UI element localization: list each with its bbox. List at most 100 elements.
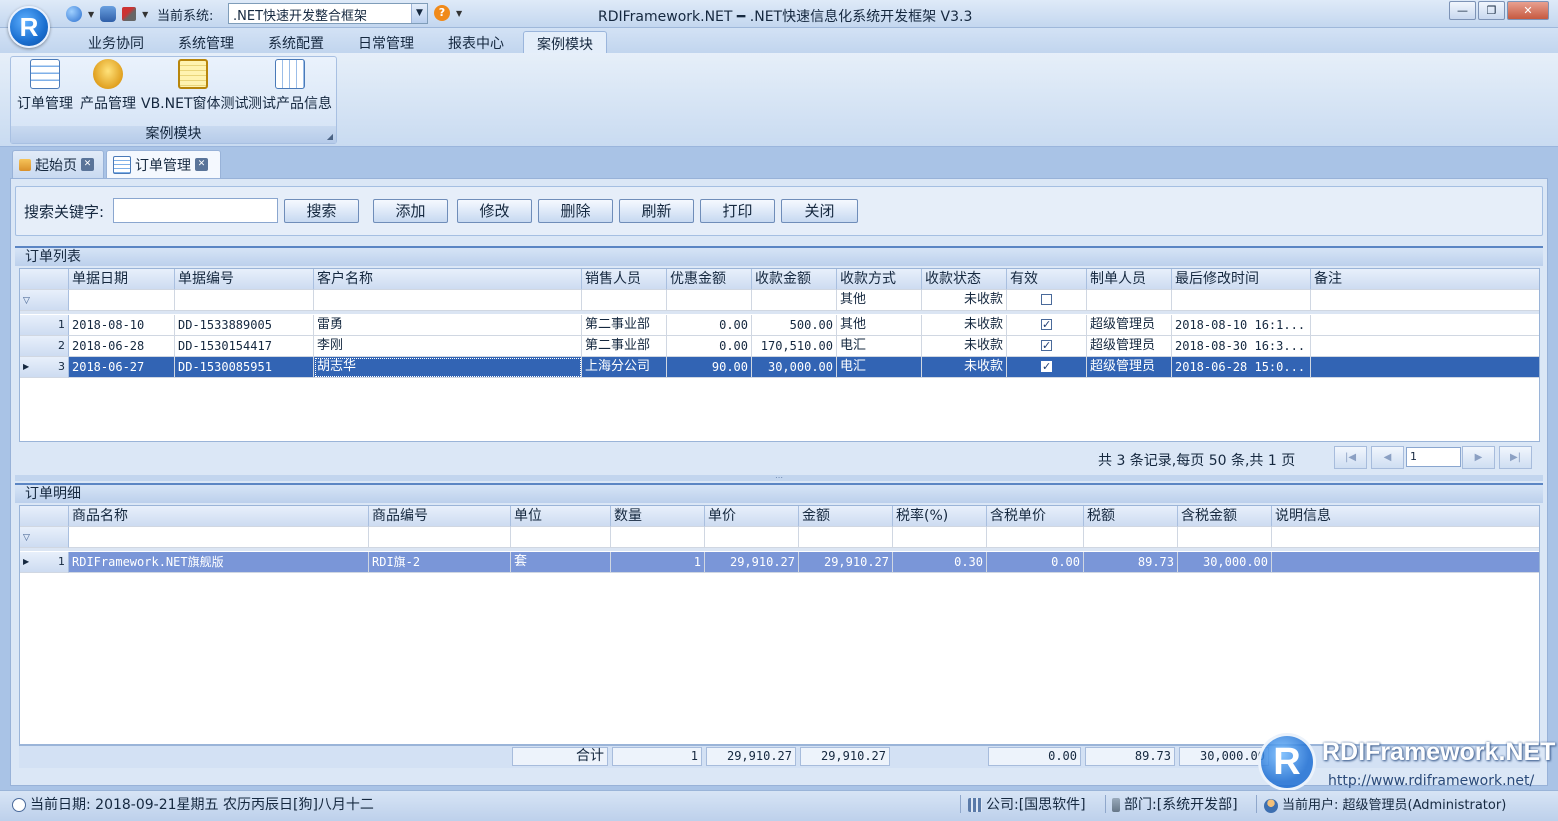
search-input[interactable] <box>113 198 278 223</box>
filter-cell[interactable] <box>1272 527 1539 548</box>
close-icon[interactable]: ✕ <box>81 158 94 171</box>
tab-system-config[interactable]: 系统配置 <box>258 31 334 53</box>
filter-cell[interactable] <box>705 527 799 548</box>
col-method[interactable]: 收款方式 <box>837 269 922 290</box>
filter-cell[interactable] <box>611 527 705 548</box>
col-modified[interactable]: 最后修改时间 <box>1172 269 1311 290</box>
search-button[interactable]: 搜索 <box>284 199 359 223</box>
close-button[interactable]: ✕ <box>1507 1 1549 20</box>
col-qty[interactable]: 数量 <box>611 506 705 527</box>
product-manage-button[interactable]: 产品管理 <box>78 59 138 113</box>
col-tax-amount[interactable]: 含税金额 <box>1178 506 1272 527</box>
col-sales[interactable]: 销售人员 <box>582 269 667 290</box>
chevron-down-icon[interactable]: ▼ <box>142 10 148 19</box>
edit-button[interactable]: 修改 <box>457 199 532 223</box>
chevron-down-icon[interactable]: ▼ <box>88 10 94 19</box>
col-price[interactable]: 单价 <box>705 506 799 527</box>
filter-method[interactable]: 其他 <box>837 290 922 311</box>
col-customer[interactable]: 客户名称 <box>314 269 582 290</box>
filter-cell[interactable] <box>1087 290 1172 311</box>
col-date[interactable]: 单据日期 <box>69 269 175 290</box>
table-row[interactable]: 2 2018-06-28 DD-1530154417 李刚 第二事业部 0.00… <box>20 336 1539 357</box>
table-row[interactable]: 1 2018-08-10 DD-1533889005 雷勇 第二事业部 0.00… <box>20 315 1539 336</box>
col-discount[interactable]: 优惠金额 <box>667 269 752 290</box>
filter-icon[interactable]: ▽ <box>20 290 69 311</box>
filter-cell[interactable] <box>1311 290 1539 311</box>
page-number-input[interactable]: 1 <box>1406 447 1461 467</box>
col-unit[interactable]: 单位 <box>511 506 611 527</box>
close-icon[interactable]: ✕ <box>195 158 208 171</box>
tab-order-manage[interactable]: 订单管理 ✕ <box>106 150 221 178</box>
refresh-button[interactable]: 刷新 <box>619 199 694 223</box>
test-product-button[interactable]: 测试产品信息 <box>247 59 333 113</box>
chevron-down-icon[interactable]: ▼ <box>456 9 462 18</box>
tools-icon[interactable] <box>122 7 137 21</box>
cell-valid-checkbox[interactable] <box>1007 336 1087 357</box>
table-row-selected[interactable]: ▶ 3 2018-06-27 DD-1530085951 胡志华 上海分公司 90… <box>20 357 1539 378</box>
filter-cell[interactable] <box>175 290 314 311</box>
filter-status[interactable]: 未收款 <box>922 290 1007 311</box>
col-remark[interactable]: 备注 <box>1311 269 1539 290</box>
filter-cell[interactable] <box>69 527 369 548</box>
filter-cell[interactable] <box>1172 290 1311 311</box>
filter-cell[interactable] <box>314 290 582 311</box>
filter-cell[interactable] <box>667 290 752 311</box>
first-page-button[interactable]: |◀ <box>1334 446 1367 469</box>
close-form-button[interactable]: 关闭 <box>781 199 858 223</box>
col-valid[interactable]: 有效 <box>1007 269 1087 290</box>
users-icon[interactable] <box>100 6 117 22</box>
tab-daily[interactable]: 日常管理 <box>348 31 424 53</box>
help-icon[interactable]: ? <box>434 5 450 21</box>
app-logo-icon[interactable]: R <box>8 6 50 48</box>
vbnet-form-button[interactable]: VB.NET窗体测试 <box>141 59 249 113</box>
filter-cell[interactable] <box>369 527 511 548</box>
col-tax-rate[interactable]: 税率(%) <box>893 506 987 527</box>
minimize-button[interactable]: — <box>1449 1 1476 20</box>
tab-case-module[interactable]: 案例模块 <box>523 31 607 53</box>
tab-reports[interactable]: 报表中心 <box>438 31 514 53</box>
next-page-button[interactable]: ▶ <box>1462 446 1495 469</box>
col-code[interactable]: 单据编号 <box>175 269 314 290</box>
dialog-launcher-icon[interactable]: ◢ <box>327 132 333 141</box>
add-button[interactable]: 添加 <box>373 199 448 223</box>
current-row-icon: ▶ <box>23 362 30 371</box>
order-manage-button[interactable]: 订单管理 <box>15 59 75 113</box>
globe-icon[interactable] <box>66 6 82 22</box>
system-select[interactable]: .NET快速开发整合框架 ▼ <box>228 3 428 24</box>
details-filter-row[interactable]: ▽ <box>20 527 1539 548</box>
tab-system-manage[interactable]: 系统管理 <box>168 31 244 53</box>
col-product-name[interactable]: 商品名称 <box>69 506 369 527</box>
filter-cell[interactable] <box>752 290 837 311</box>
filter-cell[interactable] <box>511 527 611 548</box>
filter-icon[interactable]: ▽ <box>20 527 69 548</box>
filter-cell[interactable] <box>1178 527 1272 548</box>
table-row-selected[interactable]: ▶ 1 RDIFramework.NET旗舰版 RDI旗-2 套 1 29,910… <box>20 552 1539 573</box>
filter-cell[interactable] <box>1084 527 1178 548</box>
col-received[interactable]: 收款金额 <box>752 269 837 290</box>
filter-cell[interactable] <box>799 527 893 548</box>
filter-cell[interactable] <box>893 527 987 548</box>
col-status[interactable]: 收款状态 <box>922 269 1007 290</box>
panel-splitter[interactable]: ⋯ <box>15 474 1543 482</box>
filter-cell[interactable] <box>987 527 1084 548</box>
col-maker[interactable]: 制单人员 <box>1087 269 1172 290</box>
col-tax[interactable]: 税额 <box>1084 506 1178 527</box>
cell-valid-checkbox[interactable] <box>1007 357 1087 378</box>
print-button[interactable]: 打印 <box>700 199 775 223</box>
filter-cell[interactable] <box>582 290 667 311</box>
restore-button[interactable]: ❐ <box>1478 1 1505 20</box>
tab-business[interactable]: 业务协同 <box>78 31 154 53</box>
filter-valid-checkbox[interactable] <box>1007 290 1087 311</box>
cell-valid-checkbox[interactable] <box>1007 315 1087 336</box>
filter-cell[interactable] <box>69 290 175 311</box>
col-note[interactable]: 说明信息 <box>1272 506 1539 527</box>
col-tax-price[interactable]: 含税单价 <box>987 506 1084 527</box>
tab-start-page[interactable]: 起始页 ✕ <box>12 150 104 178</box>
prev-page-button[interactable]: ◀ <box>1371 446 1404 469</box>
col-amount[interactable]: 金额 <box>799 506 893 527</box>
chevron-down-icon[interactable]: ▼ <box>411 4 427 23</box>
orders-filter-row[interactable]: ▽ 其他 未收款 <box>20 290 1539 311</box>
last-page-button[interactable]: ▶| <box>1499 446 1532 469</box>
delete-button[interactable]: 删除 <box>538 199 613 223</box>
col-product-code[interactable]: 商品编号 <box>369 506 511 527</box>
